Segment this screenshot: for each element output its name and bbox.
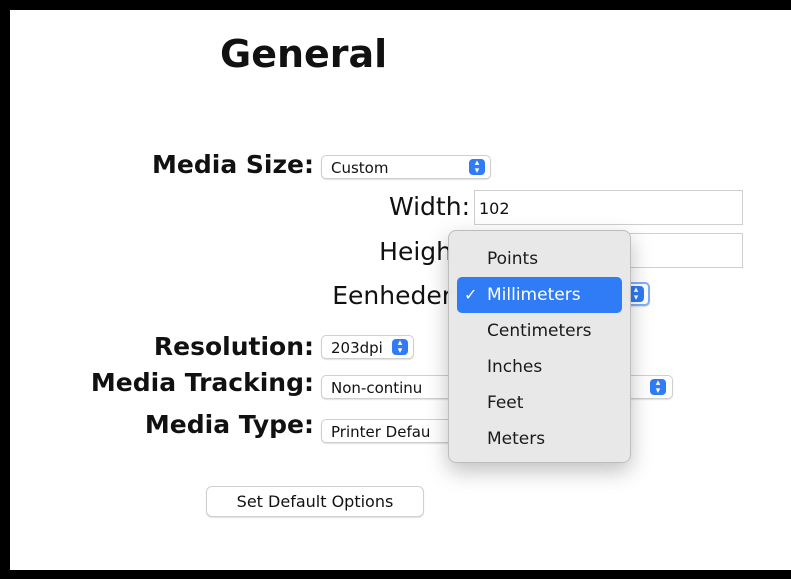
media-tracking-value: Non-continu xyxy=(331,379,423,397)
menu-item-label: Feet xyxy=(487,393,524,413)
resolution-select[interactable]: 203dpi ▴ ▾ xyxy=(321,335,414,359)
media-size-value: Custom xyxy=(331,159,389,177)
set-default-options-button[interactable]: Set Default Options xyxy=(206,486,424,517)
menu-item-inches[interactable]: Inches xyxy=(457,349,622,385)
menu-item-feet[interactable]: Feet xyxy=(457,385,622,421)
page-title: General xyxy=(220,32,388,76)
menu-item-label: Millimeters xyxy=(487,285,581,305)
menu-item-label: Centimeters xyxy=(487,321,592,341)
width-label: Width: xyxy=(388,192,470,221)
menu-item-points[interactable]: Points xyxy=(457,241,622,277)
units-label: Eenheder xyxy=(332,281,452,310)
width-field[interactable]: 102 xyxy=(474,190,743,225)
media-size-select[interactable]: Custom ▴ ▾ xyxy=(321,155,491,179)
menu-item-label: Inches xyxy=(487,357,543,377)
resolution-label: Resolution: xyxy=(153,332,314,361)
media-type-label: Media Type: xyxy=(144,410,314,439)
media-tracking-label: Media Tracking: xyxy=(90,368,314,397)
units-dropdown-menu: Points ✓ Millimeters Centimeters Inches … xyxy=(448,230,631,463)
chevron-up-down-icon: ▴ ▾ xyxy=(650,379,666,396)
media-size-label: Media Size: xyxy=(152,150,314,179)
resolution-value: 203dpi xyxy=(331,339,383,357)
chevron-up-down-icon: ▴ ▾ xyxy=(392,339,408,356)
menu-item-label: Meters xyxy=(487,429,546,449)
menu-item-centimeters[interactable]: Centimeters xyxy=(457,313,622,349)
menu-item-meters[interactable]: Meters xyxy=(457,421,622,457)
menu-item-label: Points xyxy=(487,249,539,269)
media-type-value: Printer Defau xyxy=(331,423,431,441)
chevron-up-down-icon: ▴ ▾ xyxy=(469,159,485,176)
height-label: Heigh xyxy=(379,237,452,266)
checkmark-icon: ✓ xyxy=(464,285,478,304)
menu-item-millimeters[interactable]: ✓ Millimeters xyxy=(457,277,622,313)
